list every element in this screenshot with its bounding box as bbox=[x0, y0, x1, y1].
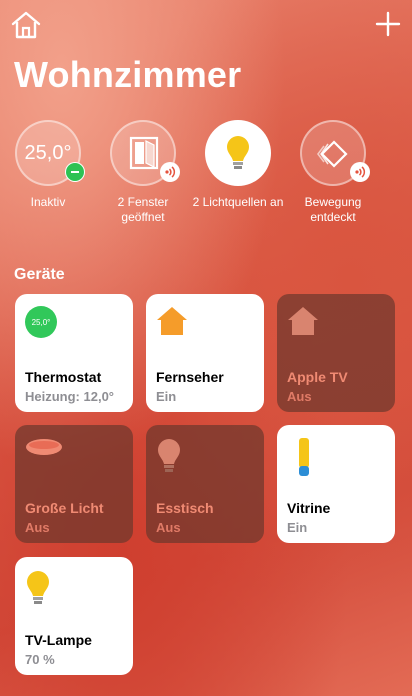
tile-state: 70 % bbox=[25, 652, 55, 667]
tile-name: Fernseher bbox=[156, 369, 224, 385]
ceiling-lamp-icon bbox=[26, 439, 62, 455]
status-circle: 25,0° bbox=[15, 120, 85, 186]
lightbulb-icon bbox=[158, 439, 180, 472]
home-icon bbox=[11, 11, 41, 39]
tile-tv-lampe[interactable]: TV-Lampe 70 % bbox=[15, 557, 133, 675]
house-icon bbox=[157, 307, 187, 335]
tile-state: Heizung: 12,0° bbox=[25, 389, 114, 404]
status-temperature-value: 25,0° bbox=[24, 142, 72, 164]
tile-state: Ein bbox=[156, 389, 177, 404]
tile-state: Aus bbox=[25, 520, 50, 535]
status-label: 2 Fenster geöffnet bbox=[117, 195, 169, 224]
status-circle bbox=[110, 120, 180, 186]
status-label: 2 Lichtquellen an bbox=[192, 195, 284, 209]
tile-name: Thermostat bbox=[25, 369, 102, 385]
tile-esstisch[interactable]: Esstisch Aus bbox=[146, 425, 264, 543]
tile-grosse-licht[interactable]: Große Licht Aus bbox=[15, 425, 133, 543]
lightbulb-icon bbox=[27, 571, 49, 604]
section-title: Geräte bbox=[14, 266, 65, 283]
home-button[interactable] bbox=[10, 10, 42, 40]
plus-icon bbox=[375, 11, 401, 37]
tile-state: Aus bbox=[156, 520, 181, 535]
status-lights[interactable]: 2 Lichtquellen an bbox=[190, 120, 286, 210]
tile-thermostat[interactable]: 25,0° Thermostat Heizung: 12,0° bbox=[15, 294, 133, 412]
status-windows[interactable]: 2 Fenster geöffnet bbox=[95, 120, 191, 225]
wifi-badge-icon bbox=[160, 162, 180, 182]
tile-name: Esstisch bbox=[156, 500, 214, 516]
lightbulb-icon bbox=[227, 136, 249, 169]
tile-name: Große Licht bbox=[25, 500, 104, 516]
tile-state: Aus bbox=[287, 389, 312, 404]
status-label: Bewegung entdeckt bbox=[304, 195, 362, 224]
tile-vitrine[interactable]: Vitrine Ein bbox=[277, 425, 395, 543]
page-title: Wohnzimmer bbox=[14, 54, 242, 95]
thermostat-icon: 25,0° bbox=[25, 306, 57, 338]
tile-fernseher[interactable]: Fernseher Ein bbox=[146, 294, 264, 412]
motion-sensor-icon bbox=[317, 140, 348, 168]
window-icon bbox=[129, 136, 159, 170]
tile-name: Vitrine bbox=[287, 500, 331, 516]
tile-state: Ein bbox=[287, 520, 308, 535]
house-icon bbox=[288, 307, 318, 335]
tile-name: Apple TV bbox=[287, 369, 348, 385]
tile-name: TV-Lampe bbox=[25, 632, 92, 648]
add-button[interactable] bbox=[374, 10, 402, 38]
status-thermostat[interactable]: 25,0° Inaktiv bbox=[0, 120, 96, 210]
status-circle bbox=[205, 120, 271, 186]
light-strip-icon bbox=[299, 438, 309, 476]
minus-badge-icon bbox=[65, 162, 85, 182]
wifi-badge-icon bbox=[350, 162, 370, 182]
tile-apple-tv[interactable]: Apple TV Aus bbox=[277, 294, 395, 412]
status-circle bbox=[300, 120, 370, 186]
status-label: Inaktiv bbox=[30, 195, 66, 209]
status-motion[interactable]: Bewegung entdeckt bbox=[285, 120, 381, 225]
